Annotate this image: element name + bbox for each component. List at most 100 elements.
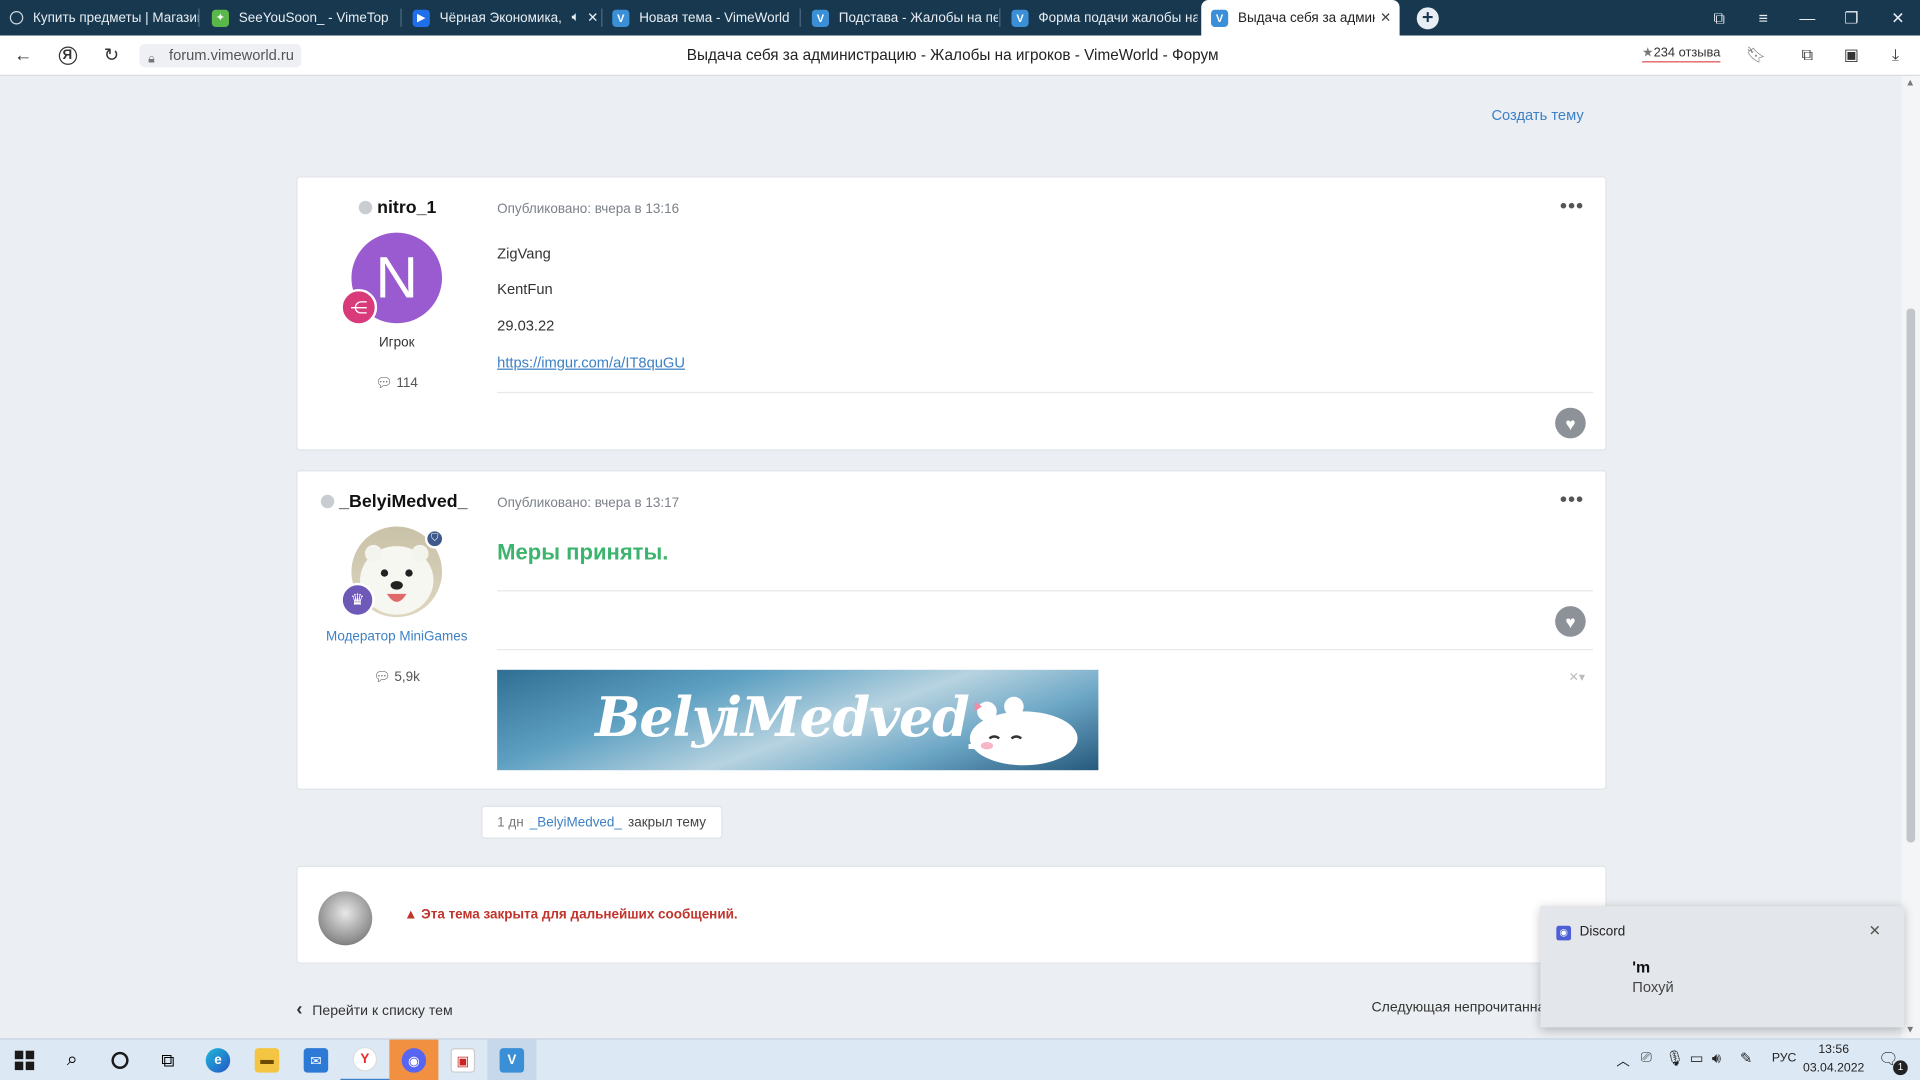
tab-complaint-form[interactable]: V Форма подачи жалобы на — [1002, 0, 1198, 36]
divider — [497, 590, 1594, 592]
close-icon[interactable]: ✕▾ — [1569, 671, 1585, 684]
tab-label: Выдача себя за админи — [1237, 10, 1376, 26]
star-icon: ★ — [1642, 45, 1654, 61]
locked-topic-card: ▲ Эта тема закрыта для дальнейших сообще… — [296, 865, 1607, 964]
network-icon[interactable]: ▭ — [1690, 1049, 1704, 1066]
post-card: nitro_1 N ⋲ Игрок 💬︎ 114 Опубликовано: в… — [296, 176, 1607, 451]
user-rank[interactable]: Модератор MiniGames — [298, 629, 496, 644]
tab-label: Новая тема - VimeWorld — [639, 10, 790, 26]
like-heart-icon[interactable]: ♥ — [1555, 606, 1586, 637]
more-options-icon[interactable]: ••• — [1560, 196, 1584, 218]
next-unread-link[interactable]: Следующая непрочитанна — [1371, 1000, 1545, 1015]
shield-icon: ⛉ — [424, 528, 445, 549]
offline-status-icon — [358, 200, 373, 215]
camera-icon[interactable]: ⎚ — [1641, 1051, 1652, 1067]
back-icon[interactable]: ← — [9, 42, 38, 69]
discord-toast[interactable]: ◉ Discord ✕ 'm Похуй — [1540, 906, 1905, 1028]
discord-taskbar-icon[interactable]: ◉ — [389, 1039, 439, 1080]
tab-video[interactable]: ▶ Чёрная Экономика, 🔈︎ ✕ — [403, 0, 599, 36]
extension-icon[interactable]: ▣ — [1837, 42, 1866, 69]
collections-icon[interactable]: ⧉ — [1793, 42, 1822, 69]
like-heart-icon[interactable]: ♥ — [1555, 407, 1586, 439]
bookmark-icon[interactable]: 🔖︎ — [1741, 42, 1770, 69]
pen-icon[interactable]: ✎ — [1740, 1049, 1752, 1066]
create-topic-link[interactable]: Создать тему — [1491, 107, 1583, 124]
tab-label: Подстава - Жалобы на пе — [838, 10, 998, 26]
event-user-link[interactable]: _BelyiMedved_ — [530, 815, 622, 830]
edge-icon[interactable]: e — [193, 1040, 242, 1080]
chevron-up-icon[interactable]: ︿ — [1616, 1051, 1629, 1071]
close-icon[interactable]: ✕ — [1869, 922, 1881, 939]
tab-vimetop[interactable]: ✦ SeeYouSoon_ - VimeTop — [202, 0, 398, 36]
vimeworld-taskbar-icon[interactable]: V — [487, 1039, 537, 1080]
locked-notice-text: Эта тема закрыта для дальнейших сообщени… — [421, 907, 738, 923]
post-card: _BelyiMedved_ ⛉ ♛ Модератор MiniGames 💬︎… — [296, 470, 1607, 790]
event-action: закрыл тему — [628, 814, 707, 830]
clock-date[interactable]: 03.04.2022 — [1800, 1062, 1867, 1075]
language-indicator[interactable]: РУС — [1772, 1052, 1797, 1065]
locked-notice: ▲ Эта тема закрыта для дальнейших сообще… — [404, 907, 738, 922]
new-tab-button[interactable]: + — [1416, 7, 1439, 30]
tab-new-topic[interactable]: V Новая тема - VimeWorld — [602, 0, 798, 36]
scroll-up-icon[interactable]: ▲ — [1905, 77, 1915, 88]
tab-label: Чёрная Экономика, — [439, 10, 562, 26]
tab-divider — [799, 8, 801, 27]
more-options-icon[interactable]: ••• — [1560, 490, 1584, 512]
cortana-icon[interactable] — [96, 1040, 145, 1080]
url-field[interactable]: 🔒︎ forum.vimeworld.ru — [139, 44, 302, 68]
tab-divider — [400, 8, 402, 27]
post-timestamp: Опубликовано: вчера в 13:16 — [497, 202, 680, 217]
tab-current[interactable]: V Выдача себя за админи ✕ — [1201, 0, 1400, 36]
tab-shop[interactable]: Купить предметы | Магазин — [0, 0, 198, 36]
browser-tab-bar: Купить предметы | Магазин ✦ SeeYouSoon_ … — [0, 0, 1920, 36]
scroll-down-icon[interactable]: ▼ — [1905, 1024, 1915, 1035]
reviews-badge[interactable]: ★234 отзыва — [1642, 45, 1721, 63]
file-explorer-icon[interactable]: ▬ — [242, 1040, 291, 1080]
author-name: _BelyiMedved_ — [339, 492, 468, 512]
post-link[interactable]: https://imgur.com/a/IT8quGU — [497, 354, 685, 371]
task-view-icon[interactable]: ⧉ — [143, 1040, 192, 1080]
maximize-button[interactable]: ❐ — [1829, 0, 1873, 36]
volume-icon[interactable]: 🔊︎ — [1712, 1049, 1721, 1067]
share-badge-icon: ⋲ — [340, 288, 378, 326]
close-icon[interactable]: ✕ — [587, 10, 598, 26]
post-line: 29.03.22 — [497, 317, 555, 335]
back-to-topics-link[interactable]: ‹ Перейти к списку тем — [296, 999, 452, 1020]
post-count: 💬︎ 5,9k — [298, 669, 496, 685]
post-author[interactable]: _BelyiMedved_ — [320, 492, 468, 512]
menu-icon[interactable]: ≡ — [1741, 0, 1785, 36]
current-user-avatar[interactable] — [318, 891, 373, 946]
signature-banner: BelyiMedved_ — [497, 669, 1099, 771]
address-bar: ← Я ↻ 🔒︎ forum.vimeworld.ru Выдача себя … — [0, 35, 1920, 76]
close-window-button[interactable]: ✕ — [1876, 0, 1920, 36]
sleeping-bear-icon — [969, 696, 1078, 766]
post-line: ZigVang — [497, 244, 551, 263]
post-author[interactable]: nitro_1 — [358, 198, 436, 218]
signature-text: BelyiMedved_ — [595, 686, 995, 750]
scrollbar-thumb[interactable] — [1906, 308, 1916, 843]
yandex-icon[interactable]: Я — [53, 42, 82, 69]
reload-icon[interactable]: ↻ — [97, 42, 126, 69]
post-line: KentFun — [497, 280, 553, 298]
mail-icon[interactable]: ✉ — [291, 1040, 340, 1080]
topic-event: 1 дн _BelyiMedved_ закрыл тему — [481, 805, 722, 839]
back-link-text: Перейти к списку тем — [312, 1004, 453, 1019]
close-icon[interactable]: ✕ — [1380, 10, 1391, 26]
tab-divider — [198, 8, 200, 27]
game-icon[interactable]: ▣ — [438, 1040, 487, 1080]
microphone-icon[interactable]: 🎙︎ — [1665, 1049, 1684, 1066]
minimize-button[interactable]: — — [1785, 0, 1829, 36]
tab-setup[interactable]: V Подстава - Жалобы на пе — [802, 0, 998, 36]
scrollbar[interactable]: ▲ ▼ — [1901, 75, 1920, 1039]
event-time: 1 дн — [497, 814, 524, 830]
post-count: 💬︎ 114 — [298, 375, 496, 391]
windows-start-icon[interactable] — [0, 1040, 49, 1080]
tab-list-icon[interactable]: ⧉ — [1697, 0, 1741, 36]
downloads-icon[interactable]: ⤓ — [1881, 42, 1910, 69]
yandex-browser-icon[interactable]: Y — [340, 1040, 390, 1080]
clock-time[interactable]: 13:56 — [1800, 1043, 1867, 1056]
shop-icon — [9, 11, 24, 25]
reviews-text: 234 отзыва — [1653, 45, 1721, 61]
speaker-icon[interactable]: 🔈︎ — [572, 10, 580, 26]
search-icon[interactable]: ⌕ — [48, 1040, 97, 1080]
